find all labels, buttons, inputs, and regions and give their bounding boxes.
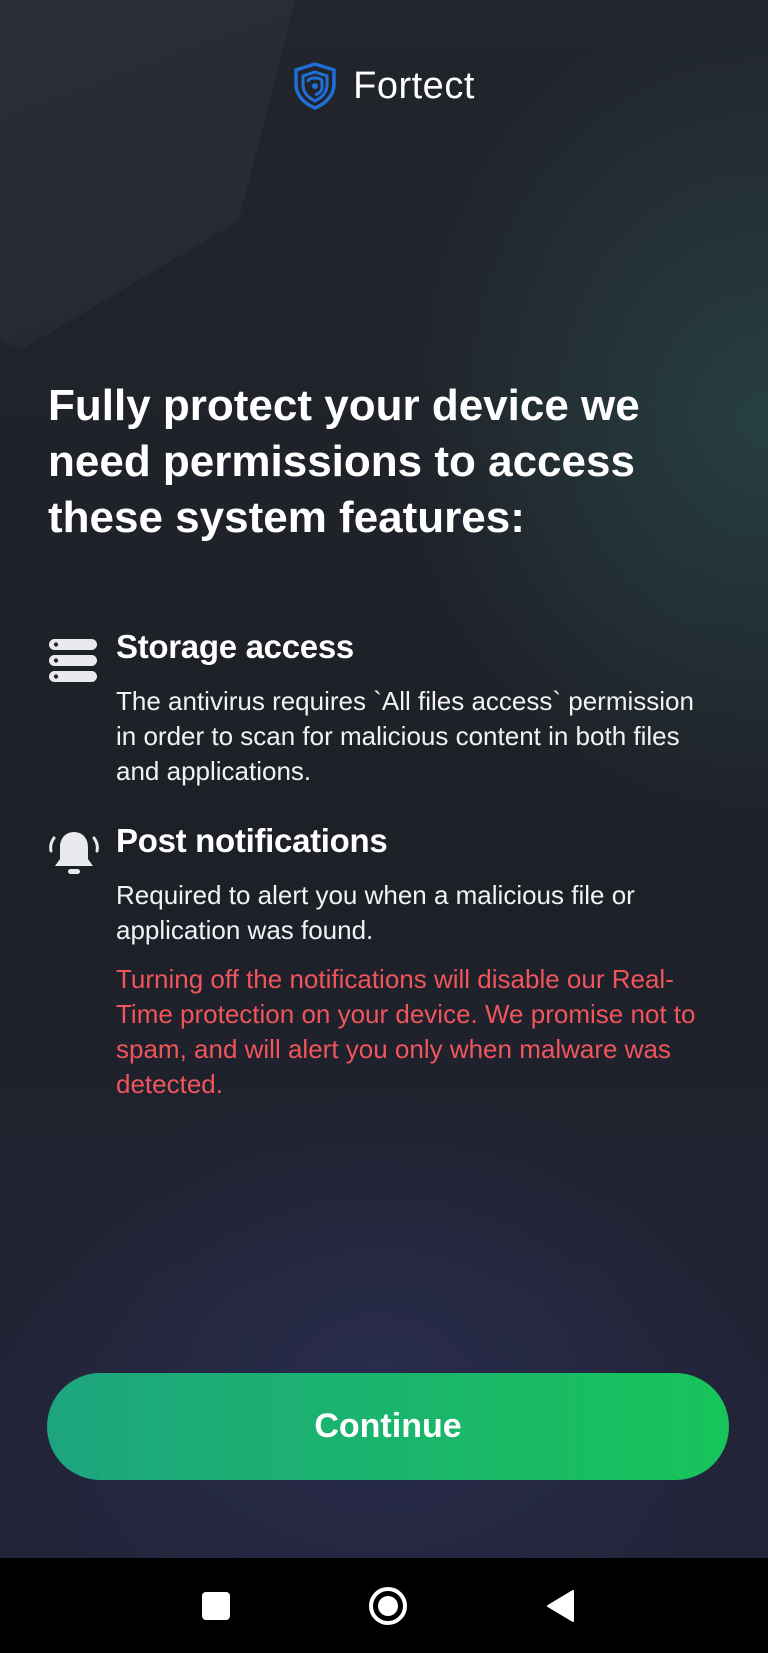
permission-description: The antivirus requires `All files access…: [116, 686, 694, 786]
permission-title: Post notifications: [116, 822, 388, 859]
system-navigation-bar: [0, 1558, 768, 1653]
shield-logo-icon: [294, 62, 336, 110]
permission-warning: Turning off the notifications will disab…: [116, 964, 696, 1099]
circle-icon: [369, 1586, 407, 1625]
background-facet: [0, 0, 300, 350]
permission-title: Storage access: [116, 628, 354, 665]
continue-button[interactable]: Continue: [47, 1373, 729, 1480]
recents-button[interactable]: [186, 1558, 246, 1653]
triangle-back-icon: [547, 1589, 574, 1622]
app-logo: Fortect: [0, 62, 768, 110]
bell-icon: [49, 832, 99, 874]
home-button[interactable]: [358, 1558, 418, 1653]
permission-description: Required to alert you when a malicious f…: [116, 880, 635, 945]
app-name: Fortect: [353, 64, 475, 107]
square-icon: [202, 1591, 230, 1620]
back-button[interactable]: [530, 1558, 590, 1653]
permissions-screen: Fortect Fully protect your device we nee…: [0, 0, 768, 1558]
permission-storage: Storage access The antivirus requires `A…: [48, 628, 728, 798]
page-title: Fully protect your device we need permis…: [48, 381, 640, 542]
permission-notifications: Post notifications Required to alert you…: [48, 822, 728, 1112]
storage-icon: [49, 639, 97, 682]
